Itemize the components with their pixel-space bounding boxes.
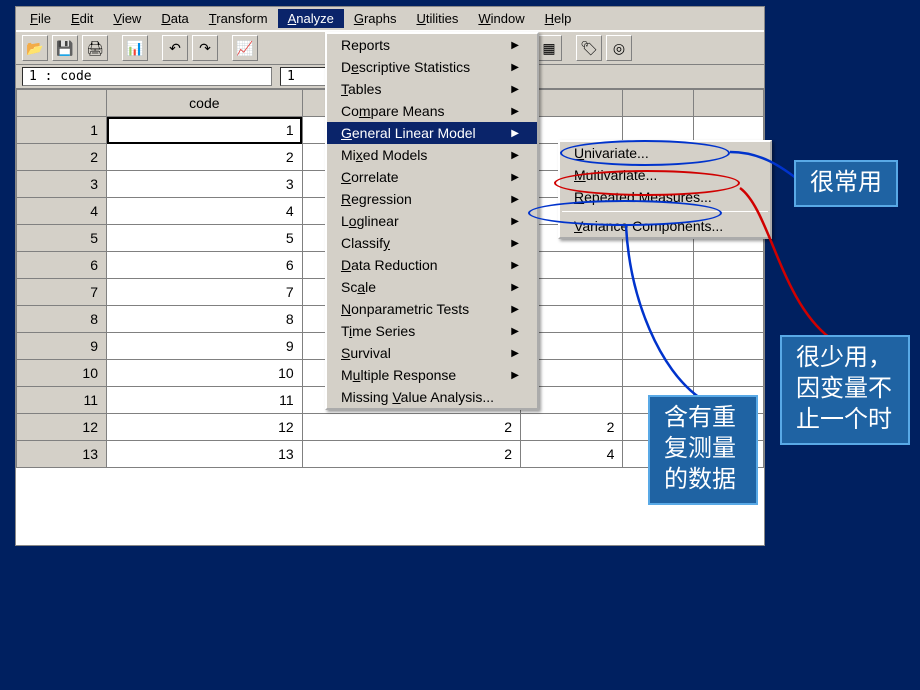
cell[interactable]: 4 [520, 441, 622, 468]
analyze-menu-item[interactable]: Correlate▶ [327, 166, 537, 188]
menu-window[interactable]: Window [468, 9, 534, 28]
cell[interactable]: 2 [302, 414, 520, 441]
analyze-menu-item[interactable]: Tables▶ [327, 78, 537, 100]
row-header[interactable]: 1 [17, 117, 107, 144]
cell[interactable]: 6 [107, 252, 303, 279]
print-icon[interactable]: 🖨 [82, 35, 108, 61]
analyze-menu-item[interactable]: General Linear Model▶ [327, 122, 537, 144]
cell[interactable]: 9 [107, 333, 303, 360]
menubar: File Edit View Data Transform Analyze Gr… [16, 7, 764, 31]
row-header[interactable]: 6 [17, 252, 107, 279]
glm-submenu: Univariate...Multivariate...Repeated Mea… [558, 140, 772, 239]
menu-graphs[interactable]: Graphs [344, 9, 407, 28]
row-header[interactable]: 10 [17, 360, 107, 387]
analyze-menu-item[interactable]: Mixed Models▶ [327, 144, 537, 166]
analyze-menu-item[interactable]: Classify▶ [327, 232, 537, 254]
row-header[interactable]: 8 [17, 306, 107, 333]
save-icon[interactable]: 💾 [52, 35, 78, 61]
row-header[interactable]: 9 [17, 333, 107, 360]
menu-edit[interactable]: Edit [61, 9, 103, 28]
col-header-code[interactable]: code [107, 90, 303, 117]
row-header[interactable]: 5 [17, 225, 107, 252]
analyze-menu: Reports▶Descriptive Statistics▶Tables▶Co… [325, 32, 539, 410]
cell[interactable] [693, 252, 763, 279]
menu-file[interactable]: File [20, 9, 61, 28]
row-header[interactable]: 13 [17, 441, 107, 468]
glm-menu-item[interactable]: Multivariate... [560, 164, 770, 186]
analyze-menu-item[interactable]: Data Reduction▶ [327, 254, 537, 276]
cell[interactable]: 13 [107, 441, 303, 468]
cell[interactable] [693, 333, 763, 360]
menu-help[interactable]: Help [535, 9, 582, 28]
cell[interactable]: 2 [520, 414, 622, 441]
cell[interactable]: 8 [107, 306, 303, 333]
menu-utilities[interactable]: Utilities [406, 9, 468, 28]
row-header[interactable]: 12 [17, 414, 107, 441]
undo-icon[interactable]: ↶ [162, 35, 188, 61]
analyze-menu-item[interactable]: Nonparametric Tests▶ [327, 298, 537, 320]
cell[interactable]: 12 [107, 414, 303, 441]
cell[interactable] [623, 252, 693, 279]
col-header[interactable] [623, 90, 693, 117]
analyze-menu-item[interactable]: Compare Means▶ [327, 100, 537, 122]
glm-menu-item[interactable]: Repeated Measures... [560, 186, 770, 208]
analyze-menu-item[interactable]: Descriptive Statistics▶ [327, 56, 537, 78]
cell[interactable]: 1 [107, 117, 303, 144]
row-header[interactable]: 2 [17, 144, 107, 171]
chart-icon[interactable]: 📈 [232, 35, 258, 61]
cell[interactable] [623, 333, 693, 360]
menu-data[interactable]: Data [151, 9, 198, 28]
menu-separator [562, 211, 768, 212]
cell[interactable]: 11 [107, 387, 303, 414]
col-header[interactable] [693, 90, 763, 117]
analyze-menu-item[interactable]: Reports▶ [327, 34, 537, 56]
analyze-menu-item[interactable]: Missing Value Analysis... [327, 386, 537, 408]
grid-corner [17, 90, 107, 117]
cell[interactable] [693, 360, 763, 387]
menu-view[interactable]: View [103, 9, 151, 28]
row-header[interactable]: 7 [17, 279, 107, 306]
analyze-menu-item[interactable]: Survival▶ [327, 342, 537, 364]
cell[interactable]: 7 [107, 279, 303, 306]
cell-reference[interactable]: 1 : code [22, 67, 272, 86]
use-sets-icon[interactable]: 🏷 [576, 35, 602, 61]
variables-icon[interactable]: ◎ [606, 35, 632, 61]
cell[interactable]: 5 [107, 225, 303, 252]
cell[interactable] [693, 279, 763, 306]
row-header[interactable]: 4 [17, 198, 107, 225]
row-header[interactable]: 3 [17, 171, 107, 198]
cell[interactable] [623, 279, 693, 306]
menu-transform[interactable]: Transform [199, 9, 278, 28]
analyze-menu-item[interactable]: Scale▶ [327, 276, 537, 298]
analyze-menu-item[interactable]: Multiple Response▶ [327, 364, 537, 386]
cell[interactable]: 2 [302, 441, 520, 468]
glm-menu-item[interactable]: Variance Components... [560, 215, 770, 237]
analyze-menu-item[interactable]: Loglinear▶ [327, 210, 537, 232]
callout-rare: 很少用，因变量不止一个时 [780, 335, 910, 445]
cell[interactable] [623, 360, 693, 387]
analyze-menu-item[interactable]: Regression▶ [327, 188, 537, 210]
cell[interactable]: 10 [107, 360, 303, 387]
cell[interactable] [623, 306, 693, 333]
open-icon[interactable]: 📂 [22, 35, 48, 61]
cell[interactable]: 2 [107, 144, 303, 171]
redo-icon[interactable]: ↷ [192, 35, 218, 61]
value-labels-icon[interactable]: ▦ [536, 35, 562, 61]
callout-repeated: 含有重复测量的数据 [648, 395, 758, 505]
cell[interactable]: 4 [107, 198, 303, 225]
row-header[interactable]: 11 [17, 387, 107, 414]
cell[interactable]: 3 [107, 171, 303, 198]
menu-analyze[interactable]: Analyze [278, 9, 344, 28]
callout-common: 很常用 [794, 160, 898, 207]
dialog-recall-icon[interactable]: 📊 [122, 35, 148, 61]
glm-menu-item[interactable]: Univariate... [560, 142, 770, 164]
analyze-menu-item[interactable]: Time Series▶ [327, 320, 537, 342]
cell[interactable] [693, 306, 763, 333]
